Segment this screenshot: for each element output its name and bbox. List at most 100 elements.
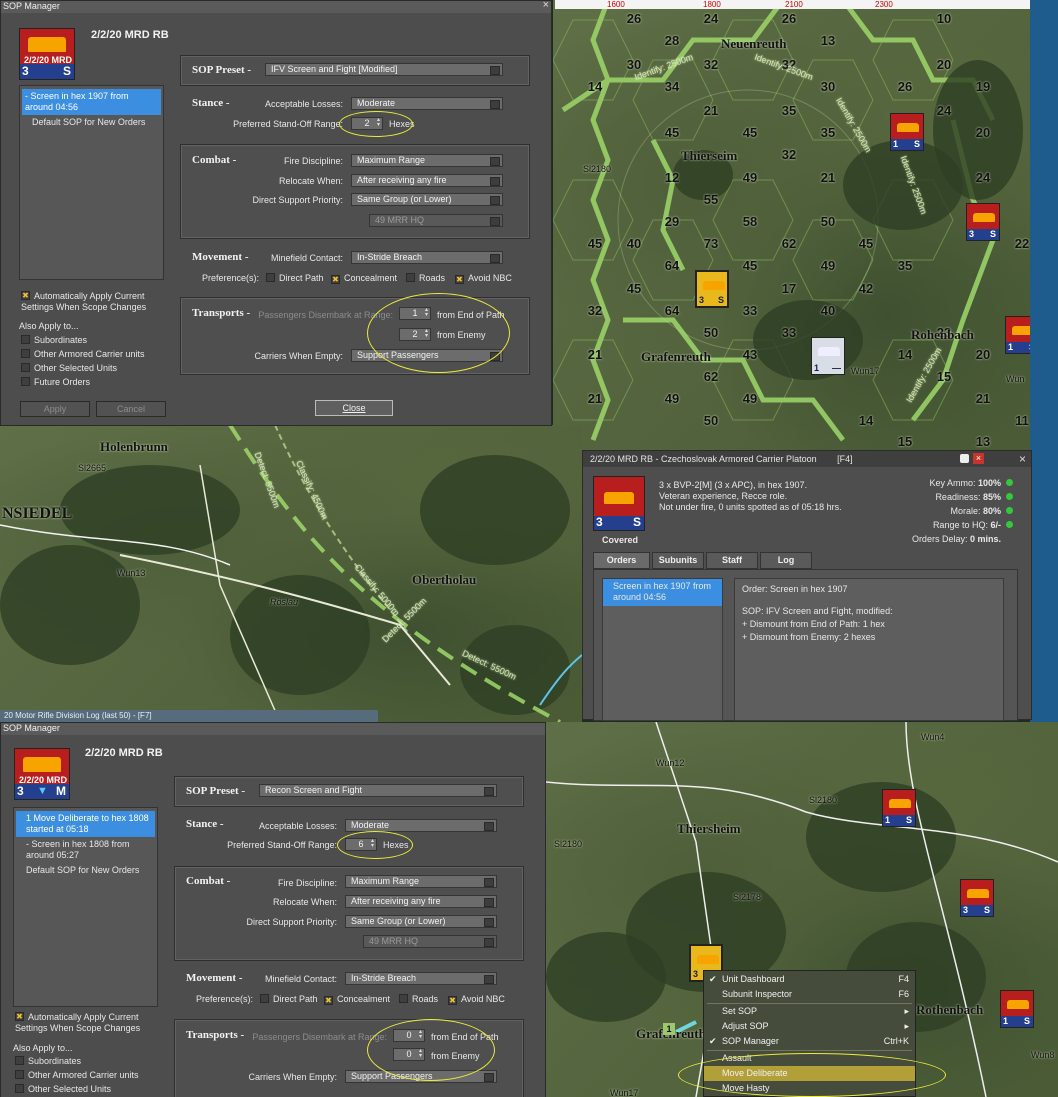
sop-preset-select[interactable]: IFV Screen and Fight [Modified] <box>265 63 503 76</box>
relocate-when-select[interactable]: After receiving any fire <box>351 174 503 187</box>
checkbox-icon[interactable] <box>399 994 408 1003</box>
hq-select[interactable]: 49 MRR HQ <box>369 214 503 227</box>
also-apply-future-orders[interactable]: Future Orders <box>21 377 90 387</box>
also-apply-selected-units[interactable]: Other Selected Units <box>21 363 117 373</box>
option-label: Other Selected Units <box>28 1084 112 1094</box>
checkbox-checked-icon[interactable]: ✖ <box>15 1012 24 1021</box>
pref-concealment[interactable]: ✖ Concealment <box>331 273 397 284</box>
road-label: Wun4 <box>921 732 945 742</box>
order-list-item[interactable]: Default SOP for New Orders <box>22 115 161 130</box>
checkbox-checked-icon[interactable]: ✖ <box>324 996 333 1005</box>
pref-roads[interactable]: Roads <box>406 273 445 283</box>
checkbox-checked-icon[interactable]: ✖ <box>331 275 340 284</box>
tab-orders[interactable]: Orders <box>593 552 650 569</box>
checkbox-icon[interactable] <box>15 1084 24 1093</box>
order-list-item[interactable]: Default SOP for New Orders <box>16 863 155 878</box>
hex-number: 49 <box>820 258 836 273</box>
menu-item-unit-dashboard[interactable]: ✔ Unit Dashboard F4 <box>704 972 915 987</box>
also-apply-subordinates[interactable]: Subordinates <box>15 1056 81 1066</box>
top-map[interactable]: 26 24 26 10 28 13 30 32 32 30 20 14 34 2… <box>553 0 1030 452</box>
support-priority-select[interactable]: Same Group (or Lower) <box>345 915 497 928</box>
pref-roads[interactable]: Roads <box>399 994 438 1004</box>
road-label: Sl2180 <box>809 795 838 805</box>
stat-label: Readiness: <box>935 492 981 502</box>
pref-avoid-nbc[interactable]: ✖ Avoid NBC <box>455 273 512 284</box>
checkbox-icon[interactable] <box>21 363 30 372</box>
checkbox-icon[interactable] <box>21 335 30 344</box>
checkbox-checked-icon[interactable]: ✖ <box>455 275 464 284</box>
sop-preset-select[interactable]: Recon Screen and Fight <box>259 784 497 797</box>
checkbox-icon[interactable] <box>406 273 415 282</box>
menu-item-sop-manager[interactable]: ✔ SOP Manager Ctrl+K <box>704 1034 915 1049</box>
hq-select[interactable]: 49 MRR HQ <box>363 935 497 948</box>
pref-direct-path[interactable]: Direct Path <box>260 994 318 1004</box>
waypoint-marker[interactable]: 1 <box>663 1023 675 1035</box>
stat-value: 0 mins. <box>969 534 1001 544</box>
fire-discipline-select[interactable]: Maximum Range <box>345 875 497 888</box>
relocate-when-select[interactable]: After receiving any fire <box>345 895 497 908</box>
unit-counter[interactable]: 3S <box>966 203 1000 241</box>
also-apply-selected-units[interactable]: Other Selected Units <box>15 1084 111 1094</box>
road-label: Sl2180 <box>554 839 583 849</box>
pref-avoid-nbc[interactable]: ✖ Avoid NBC <box>448 994 505 1005</box>
checkbox-icon[interactable] <box>21 377 30 386</box>
middle-map[interactable]: Holenbrunn NSIEDEL Obertholau Sl2665 Wun… <box>0 425 582 722</box>
menu-item-label: SOP Manager <box>722 1036 779 1046</box>
highlight-circle <box>678 1053 946 1097</box>
stat-key-ammo: Key Ammo: 100% <box>913 478 1013 488</box>
unit-counter[interactable]: 1S <box>882 789 916 827</box>
acceptable-losses-select[interactable]: Moderate <box>345 819 497 832</box>
hex-number: 32 <box>587 303 603 318</box>
order-item[interactable]: Screen in hex 1907 from around 04:56 <box>603 579 722 606</box>
checkbox-checked-icon[interactable]: ✖ <box>21 291 30 300</box>
apply-button[interactable]: Apply <box>20 401 90 417</box>
tab-subunits[interactable]: Subunits <box>652 552 704 569</box>
checkbox-checked-icon[interactable]: ✖ <box>448 996 457 1005</box>
field-label: Fire Discipline: <box>283 156 343 166</box>
cancel-button[interactable]: Cancel <box>96 401 166 417</box>
menu-item-adjust-sop[interactable]: Adjust SOP ▸ <box>704 1019 915 1034</box>
auto-apply-option[interactable]: ✖ Automatically Apply Current Settings Wh… <box>21 291 166 313</box>
lock-icon[interactable] <box>960 454 969 463</box>
checkbox-icon[interactable] <box>260 994 269 1003</box>
counter-type: M <box>56 784 66 798</box>
checkbox-icon[interactable] <box>15 1070 24 1079</box>
also-apply-subordinates[interactable]: Subordinates <box>21 335 87 345</box>
pref-direct-path[interactable]: Direct Path <box>266 273 324 283</box>
hex-number: 35 <box>781 103 797 118</box>
dialog-title: SOP Manager <box>1 723 545 735</box>
division-log-bar[interactable]: 20 Motor Rifle Division Log (last 50) - … <box>0 710 378 722</box>
order-list-item[interactable]: - Screen in hex 1808 from around 05:27 <box>16 837 155 863</box>
unit-counter[interactable]: 1S <box>1005 316 1030 354</box>
auto-apply-option[interactable]: ✖ Automatically Apply Current Settings Wh… <box>15 1012 160 1034</box>
option-label: Avoid NBC <box>468 273 512 283</box>
minefield-contact-select[interactable]: In-Stride Breach <box>351 251 503 264</box>
counter-size: 3 <box>22 64 29 78</box>
order-list-item[interactable]: 1 Move Deliberate to hex 1808 started at… <box>16 811 155 837</box>
menu-item-set-sop[interactable]: Set SOP ▸ <box>704 1004 915 1019</box>
checkbox-icon[interactable] <box>15 1056 24 1065</box>
close-button[interactable]: Close <box>315 400 393 416</box>
tab-log[interactable]: Log <box>760 552 812 569</box>
pref-concealment[interactable]: ✖ Concealment <box>324 994 390 1005</box>
fire-discipline-select[interactable]: Maximum Range <box>351 154 503 167</box>
also-apply-armored-carriers[interactable]: Other Armored Carrier units <box>15 1070 139 1080</box>
checkbox-icon[interactable] <box>266 273 275 282</box>
tab-staff[interactable]: Staff <box>706 552 758 569</box>
close-icon[interactable]: × <box>1019 452 1026 466</box>
unit-counter[interactable]: 1S <box>1000 990 1034 1028</box>
friendly-unit-counter[interactable]: 1— <box>811 337 845 375</box>
support-priority-select[interactable]: Same Group (or Lower) <box>351 193 503 206</box>
acceptable-losses-select[interactable]: Moderate <box>351 97 503 110</box>
selected-unit-counter[interactable]: 3S <box>695 270 729 308</box>
minefield-contact-select[interactable]: In-Stride Breach <box>345 972 497 985</box>
menu-item-subunit-inspector[interactable]: Subunit Inspector F6 <box>704 987 915 1002</box>
order-list-item[interactable]: - Screen in hex 1907 from around 04:56 <box>22 89 161 115</box>
also-apply-armored-carriers[interactable]: Other Armored Carrier units <box>21 349 145 359</box>
hex-number: 33 <box>742 303 758 318</box>
unit-counter[interactable]: 3S <box>960 879 994 917</box>
unit-counter[interactable]: 1S <box>890 113 924 151</box>
checkbox-icon[interactable] <box>21 349 30 358</box>
close-icon[interactable]: × <box>543 0 549 11</box>
close-icon[interactable]: × <box>973 453 984 464</box>
